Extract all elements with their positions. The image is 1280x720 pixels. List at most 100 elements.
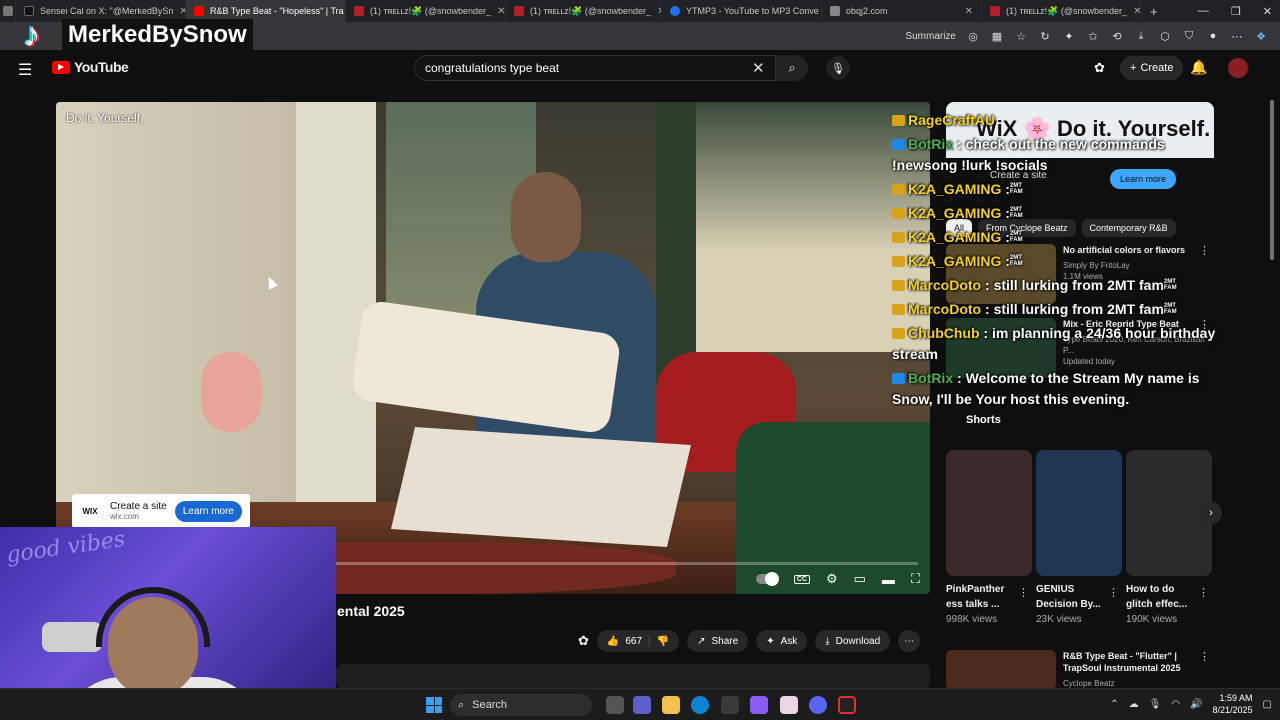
notification-icon[interactable]: ▢ <box>1263 699 1272 710</box>
copilot-icon[interactable]: ❖ <box>1254 29 1268 43</box>
more-icon[interactable]: ⋯ <box>1230 29 1244 43</box>
minimize-button[interactable]: — <box>1198 5 1209 17</box>
extension-bug-icon[interactable]: ✿ <box>1094 60 1105 76</box>
reader-icon[interactable]: ◎ <box>966 29 980 43</box>
menu-icon[interactable]: ☰ <box>18 60 32 80</box>
onedrive-icon[interactable]: ☁ <box>1129 699 1139 710</box>
copilot-app-icon[interactable] <box>750 696 768 714</box>
restore-button[interactable]: ❐ <box>1231 5 1241 18</box>
download-button[interactable]: ⤓ Download <box>815 630 891 652</box>
thumbs-up-icon: 👍 <box>606 635 620 647</box>
teams-icon[interactable] <box>633 696 651 714</box>
edge-icon[interactable] <box>691 696 709 714</box>
browser-tab-7[interactable]: (1) ᴛʀᴇʟʟᴢ!🧩 (@snowbender_ ✕ <box>982 0 1142 22</box>
emote-2mt-fam: 2MT FAM <box>1009 207 1023 219</box>
avatar[interactable] <box>1228 58 1248 78</box>
more-options-icon[interactable]: ⋮ <box>1199 650 1210 663</box>
fullscreen-icon[interactable]: ⛶ <box>911 571 920 587</box>
file-explorer-icon[interactable] <box>662 696 680 714</box>
volume-icon[interactable]: 🔊 <box>1190 699 1202 710</box>
close-tab-icon[interactable]: ✕ <box>497 6 505 17</box>
summarize-button[interactable]: Summarize <box>905 31 956 42</box>
learn-more-button[interactable]: Learn more <box>174 500 242 522</box>
taskbar-search[interactable]: ⌕ Search <box>450 694 592 716</box>
browser-tab-4[interactable]: (1) ᴛʀᴇʟʟᴢ!🧩 (@snowbender_✕ <box>506 0 662 22</box>
autoplay-toggle[interactable] <box>755 572 779 586</box>
like-button[interactable]: 👍 667 | 👎 <box>596 630 680 652</box>
description-box[interactable] <box>336 664 930 688</box>
mic-tray-icon[interactable]: 🎙 <box>1149 699 1162 710</box>
clock-date: 8/21/2025 <box>1212 705 1253 715</box>
tab-title: (1) ᴛʀᴇʟʟᴢ!🧩 (@snowbender_ <box>530 5 652 16</box>
app-icon[interactable] <box>780 696 798 714</box>
discord-icon[interactable] <box>809 696 827 714</box>
app-icon[interactable] <box>838 696 856 714</box>
clear-search-icon[interactable]: ✕ <box>752 59 765 77</box>
puzzle-icon[interactable]: ⬡ <box>1158 29 1172 43</box>
new-tab-button[interactable]: + <box>1142 0 1166 22</box>
short-thumbnail[interactable] <box>946 450 1032 576</box>
chat-message: MarcoDoto : still lurking from 2MT fam2M… <box>892 299 1222 320</box>
tab-title: obqj2.com <box>846 6 888 16</box>
close-tab-icon[interactable]: ✕ <box>1133 6 1141 17</box>
youtube-logo[interactable]: YouTube <box>52 59 129 75</box>
scene-father-head <box>511 172 581 262</box>
scene-pillow <box>201 352 261 432</box>
short-title[interactable]: GENIUS Decision By... <box>1036 582 1108 612</box>
chat-badge-icon <box>892 256 905 267</box>
extension-icon[interactable]: ✦ <box>1062 29 1076 43</box>
chat-username: K2A_GAMING <box>908 181 1002 197</box>
share-button[interactable]: ↗ Share <box>687 630 749 652</box>
create-button[interactable]: + Create <box>1120 56 1184 80</box>
favorites-icon[interactable]: ✩ <box>1086 29 1100 43</box>
chat-badge-icon <box>892 139 905 150</box>
voice-search-icon[interactable]: 🎙 <box>826 56 850 80</box>
search-input[interactable]: congratulations type beat <box>414 55 776 81</box>
extension-bug-icon[interactable]: ✿ <box>578 633 589 649</box>
windows-start-icon[interactable] <box>426 697 442 713</box>
settings-gear-icon[interactable]: ⚙ <box>826 571 838 587</box>
close-tab-icon[interactable]: ✕ <box>965 6 973 17</box>
history-icon[interactable]: ⟲ <box>1110 29 1124 43</box>
more-options-icon[interactable]: ⋮ <box>1108 586 1119 599</box>
tray-overflow-icon[interactable]: ⌃ <box>1110 699 1118 710</box>
refresh-icon[interactable]: ↻ <box>1038 29 1052 43</box>
short-thumbnail[interactable] <box>1036 450 1122 576</box>
task-view-icon[interactable] <box>606 696 624 714</box>
list-item[interactable]: R&B Type Beat - "Flutter" | TrapSoul Ins… <box>946 650 1214 690</box>
thumbs-down-icon[interactable]: 👎 <box>657 636 669 647</box>
browser-tab-6[interactable]: obqj2.com ✕ <box>822 0 982 22</box>
browser-tab-5[interactable]: YTMP3 - YouTube to MP3 Conve✕ <box>662 0 822 22</box>
chat-username: BotRix <box>908 136 954 152</box>
theater-mode-icon[interactable]: ▬ <box>882 572 895 587</box>
grid-icon[interactable]: ▦ <box>990 29 1004 43</box>
emote-2mt-fam: 2MT FAM <box>1009 255 1023 267</box>
overlay-ad[interactable]: WIX Create a site wix.com Learn more <box>72 494 250 528</box>
short-title[interactable]: PinkPanther ess talks ... <box>946 582 1018 612</box>
system-clock[interactable]: 1:59 AM 8/21/2025 <box>1213 692 1253 716</box>
page-scrollbar[interactable] <box>1270 100 1274 260</box>
profile-icon[interactable]: ● <box>1206 29 1220 43</box>
store-icon[interactable] <box>721 696 739 714</box>
more-options-icon[interactable]: ⋮ <box>1198 586 1209 599</box>
wifi-icon[interactable]: ◠ <box>1171 699 1180 710</box>
captions-icon[interactable]: CC <box>793 574 810 584</box>
download-icon[interactable]: ⤓ <box>1134 29 1148 43</box>
video-thumbnail[interactable] <box>946 650 1056 690</box>
sparkle-icon: ✦ <box>766 635 775 647</box>
ask-button[interactable]: ✦ Ask <box>756 630 808 652</box>
close-window-button[interactable]: ✕ <box>1263 5 1272 18</box>
shield-icon[interactable]: ⛉ <box>1182 29 1196 43</box>
search-button[interactable]: ⌕ <box>776 55 808 81</box>
more-options-icon[interactable]: ⋮ <box>1018 586 1029 599</box>
clock-time: 1:59 AM <box>1219 693 1253 703</box>
more-actions-button[interactable]: ⋯ <box>898 630 921 652</box>
notifications-bell-icon[interactable]: 🔔 <box>1190 59 1207 76</box>
miniplayer-icon[interactable]: ▭ <box>854 571 866 587</box>
short-title[interactable]: How to do glitch effec... <box>1126 582 1198 612</box>
chat-username: MarcoDoto <box>908 277 982 293</box>
browser-tab-3[interactable]: (1) ᴛʀᴇʟʟᴢ!🧩 (@snowbender_ ✕ <box>346 0 506 22</box>
shorts-next-arrow-icon[interactable]: › <box>1200 502 1222 524</box>
favorite-star-icon[interactable]: ☆ <box>1014 29 1028 43</box>
video-title[interactable]: R&B Type Beat - "Flutter" | TrapSoul Ins… <box>1063 650 1203 674</box>
